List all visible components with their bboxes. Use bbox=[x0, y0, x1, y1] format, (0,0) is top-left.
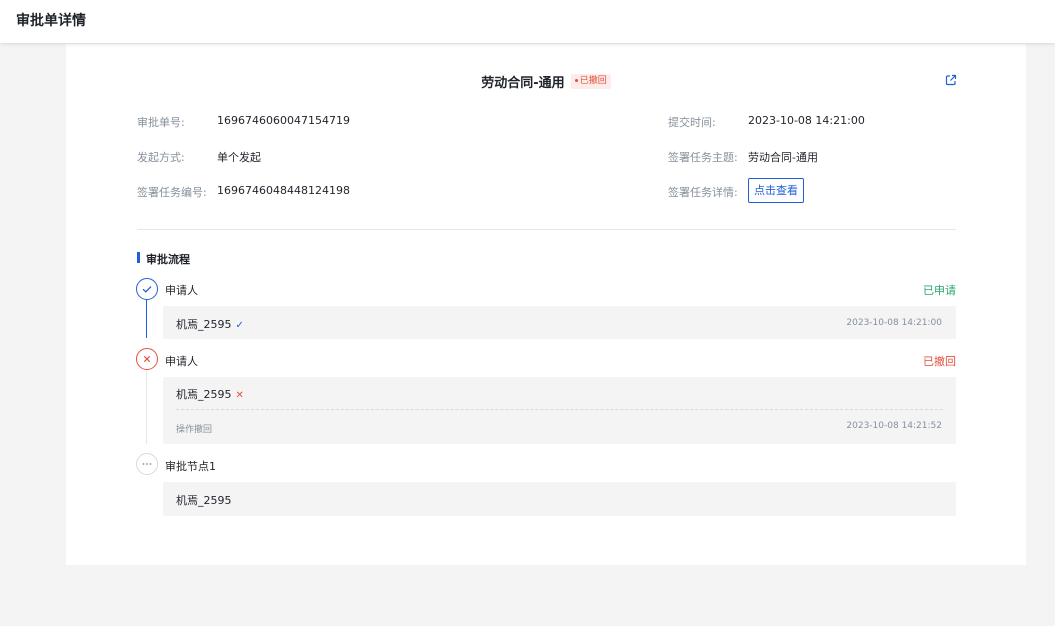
document-title: 劳动合同-通用 bbox=[481, 76, 565, 91]
node-detail-box: 机焉_2595 ✓ 2023-10-08 14:21:00 bbox=[163, 306, 956, 339]
page-title: 审批单详情 bbox=[16, 13, 86, 29]
approver-name: 机焉_2595 bbox=[176, 388, 232, 401]
approver-name: 机焉_2595 bbox=[176, 494, 232, 507]
node-time: 2023-10-08 14:21:00 bbox=[846, 318, 942, 328]
task-no-label: 签署任务编号: bbox=[137, 186, 207, 199]
launch-mode-label: 发起方式: bbox=[137, 151, 185, 164]
approval-detail-card: 劳动合同-通用 已撤回 审批单号: 1696746060047154719 提交时… bbox=[66, 44, 1026, 565]
close-icon: ✕ bbox=[235, 390, 244, 401]
node-pending-circle bbox=[136, 453, 158, 475]
status-badge: 已撤回 bbox=[570, 74, 611, 89]
approver-row: 机焉_2595 ✕ bbox=[176, 386, 244, 402]
check-icon bbox=[142, 286, 152, 293]
node-time: 2023-10-08 14:21:52 bbox=[846, 421, 942, 431]
close-icon bbox=[143, 355, 151, 363]
approver-name: 机焉_2595 bbox=[176, 318, 232, 331]
submit-time-value: 2023-10-08 14:21:00 bbox=[748, 114, 865, 127]
node-status: 已撤回 bbox=[923, 355, 956, 368]
task-detail-label: 签署任务详情: bbox=[668, 186, 738, 199]
approval-no-label: 审批单号: bbox=[137, 116, 185, 129]
node-detail-box: 机焉_2595 bbox=[163, 482, 956, 516]
approver-row: 机焉_2595 ✓ bbox=[176, 316, 244, 332]
launch-mode-value: 单个发起 bbox=[217, 151, 261, 164]
status-dot bbox=[574, 79, 578, 82]
section-title-text: 审批流程 bbox=[146, 253, 190, 266]
task-subject-value: 劳动合同-通用 bbox=[748, 151, 818, 164]
view-details-button[interactable]: 点击查看 bbox=[748, 178, 804, 203]
operation-note: 操作撤回 bbox=[176, 425, 213, 435]
node-approved-circle bbox=[136, 278, 158, 300]
task-no-value: 1696746048448124198 bbox=[217, 184, 350, 197]
node-name: 审批节点1 bbox=[165, 460, 216, 473]
approval-no-value: 1696746060047154719 bbox=[217, 114, 350, 127]
divider bbox=[137, 229, 956, 230]
node-status: 已申请 bbox=[923, 284, 956, 297]
dashed-separator bbox=[176, 409, 943, 410]
node-name: 申请人 bbox=[165, 284, 198, 297]
section-accent-bar bbox=[137, 252, 140, 263]
timeline-connector bbox=[146, 300, 147, 338]
top-bar: 审批单详情 bbox=[0, 0, 1055, 43]
node-detail-box: 机焉_2595 ✕ 操作撤回 2023-10-08 14:21:52 bbox=[163, 377, 956, 444]
document-header: 劳动合同-通用 已撤回 bbox=[66, 71, 1026, 91]
task-subject-label: 签署任务主题: bbox=[668, 151, 738, 164]
node-name: 申请人 bbox=[165, 355, 198, 368]
status-badge-text: 已撤回 bbox=[579, 76, 607, 86]
submit-time-label: 提交时间: bbox=[668, 116, 716, 129]
more-icon bbox=[142, 463, 152, 465]
node-withdrawn-circle bbox=[136, 348, 158, 370]
external-link-icon[interactable] bbox=[944, 72, 958, 86]
timeline-connector bbox=[146, 371, 147, 444]
check-icon: ✓ bbox=[235, 320, 244, 331]
